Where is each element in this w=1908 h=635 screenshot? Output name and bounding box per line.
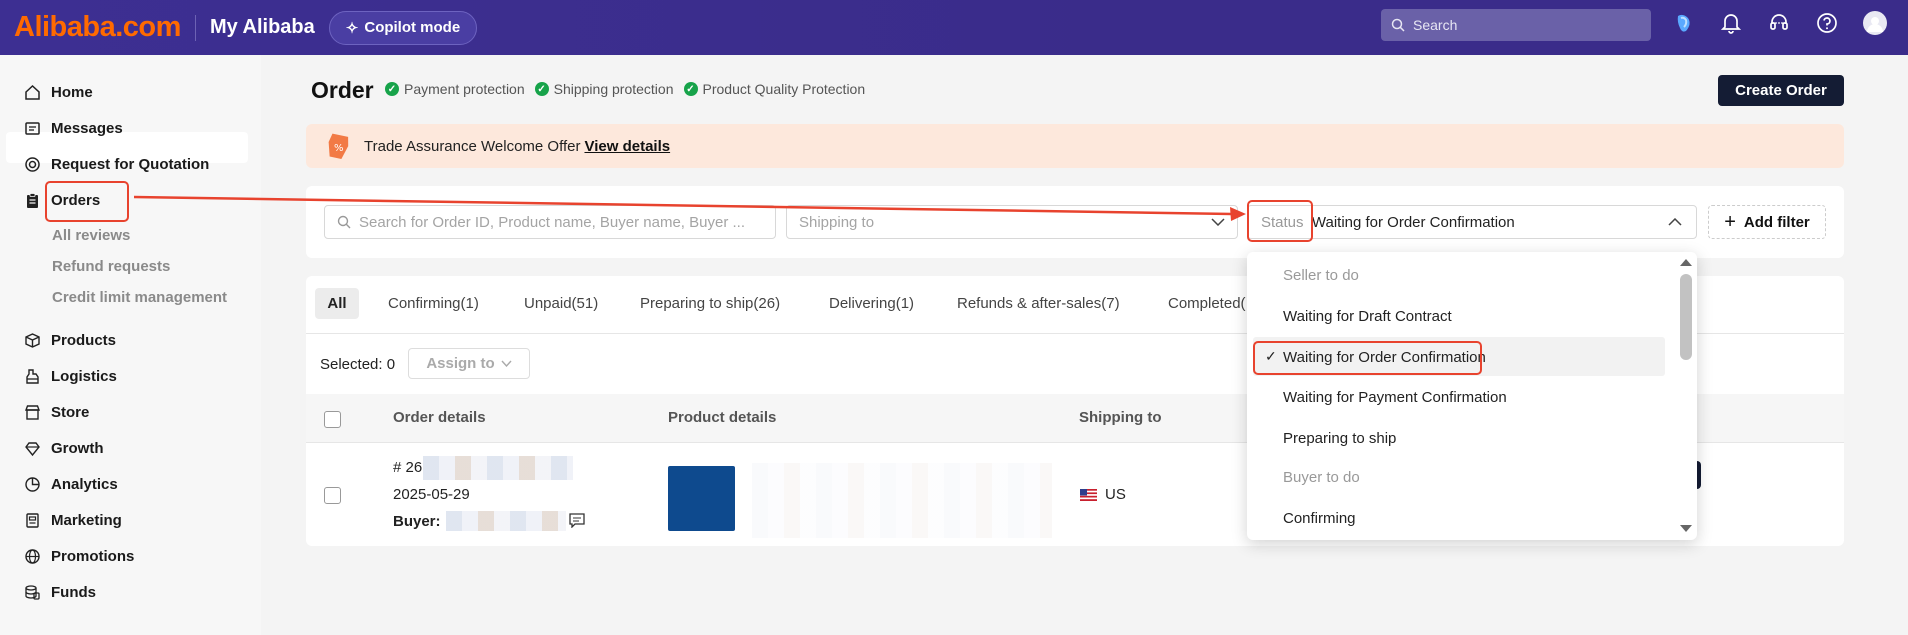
annotation-arrow [133, 195, 1246, 221]
